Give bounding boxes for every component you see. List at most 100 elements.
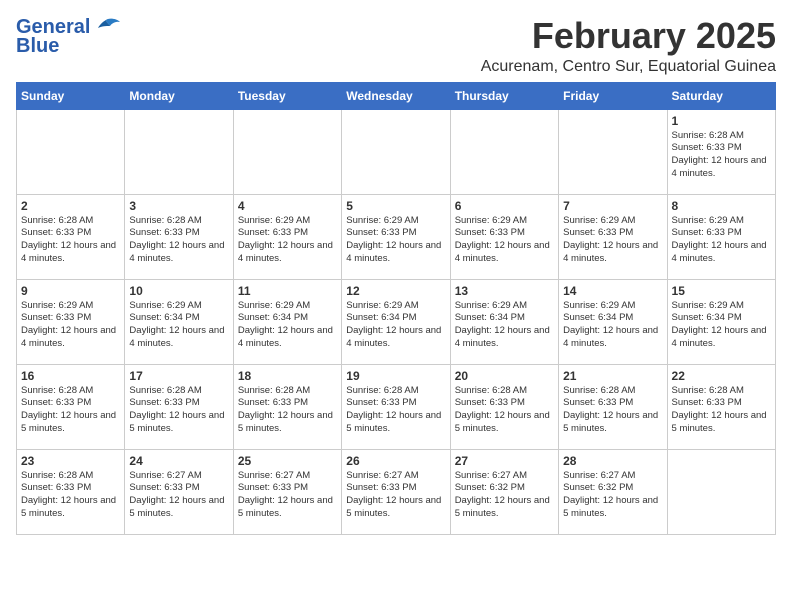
calendar-cell xyxy=(667,449,775,534)
header-monday: Monday xyxy=(125,82,233,109)
day-info: Sunrise: 6:28 AM Sunset: 6:33 PM Dayligh… xyxy=(129,385,228,436)
header-sunday: Sunday xyxy=(17,82,125,109)
day-info: Sunrise: 6:28 AM Sunset: 6:33 PM Dayligh… xyxy=(21,470,120,521)
day-number: 2 xyxy=(21,199,120,213)
day-number: 16 xyxy=(21,369,120,383)
calendar-cell xyxy=(17,109,125,194)
calendar-cell: 15 Sunrise: 6:29 AM Sunset: 6:34 PM Dayli… xyxy=(667,279,775,364)
day-info: Sunrise: 6:27 AM Sunset: 6:33 PM Dayligh… xyxy=(346,470,445,521)
day-info: Sunrise: 6:28 AM Sunset: 6:33 PM Dayligh… xyxy=(563,385,662,436)
day-info: Sunrise: 6:28 AM Sunset: 6:33 PM Dayligh… xyxy=(346,385,445,436)
header-wednesday: Wednesday xyxy=(342,82,450,109)
day-number: 6 xyxy=(455,199,554,213)
calendar-cell: 28Sunrise: 6:27 AM Sunset: 6:32 PM Dayli… xyxy=(559,449,667,534)
day-number: 27 xyxy=(455,454,554,468)
day-info: Sunrise: 6:28 AM Sunset: 6:33 PM Dayligh… xyxy=(129,215,228,266)
calendar-cell: 13 Sunrise: 6:29 AM Sunset: 6:34 PM Dayli… xyxy=(450,279,558,364)
day-info: Sunrise: 6:29 AM Sunset: 6:33 PM Dayligh… xyxy=(21,300,120,351)
calendar-cell xyxy=(559,109,667,194)
calendar-cell: 9 Sunrise: 6:29 AM Sunset: 6:33 PM Daylig… xyxy=(17,279,125,364)
day-number: 21 xyxy=(563,369,662,383)
calendar-cell: 6 Sunrise: 6:29 AM Sunset: 6:33 PM Daylig… xyxy=(450,194,558,279)
day-info: Sunrise: 6:29 AM Sunset: 6:34 PM Dayligh… xyxy=(563,300,662,351)
day-number: 18 xyxy=(238,369,337,383)
calendar-header-row: SundayMondayTuesdayWednesdayThursdayFrid… xyxy=(17,82,776,109)
calendar-cell: 19 Sunrise: 6:28 AM Sunset: 6:33 PM Dayli… xyxy=(342,364,450,449)
day-number: 5 xyxy=(346,199,445,213)
logo: General Blue xyxy=(16,16,120,58)
day-number: 13 xyxy=(455,284,554,298)
calendar-cell: 18 Sunrise: 6:28 AM Sunset: 6:33 PM Dayli… xyxy=(233,364,341,449)
calendar-week-row: 16 Sunrise: 6:28 AM Sunset: 6:33 PM Dayli… xyxy=(17,364,776,449)
day-number: 14 xyxy=(563,284,662,298)
day-info: Sunrise: 6:28 AM Sunset: 6:33 PM Dayligh… xyxy=(238,385,337,436)
day-info: Sunrise: 6:29 AM Sunset: 6:34 PM Dayligh… xyxy=(672,300,771,351)
calendar-cell: 17 Sunrise: 6:28 AM Sunset: 6:33 PM Dayli… xyxy=(125,364,233,449)
calendar-cell xyxy=(125,109,233,194)
header-saturday: Saturday xyxy=(667,82,775,109)
calendar-cell: 3 Sunrise: 6:28 AM Sunset: 6:33 PM Daylig… xyxy=(125,194,233,279)
day-info: Sunrise: 6:28 AM Sunset: 6:33 PM Dayligh… xyxy=(672,130,771,181)
day-info: Sunrise: 6:29 AM Sunset: 6:34 PM Dayligh… xyxy=(346,300,445,351)
day-info: Sunrise: 6:27 AM Sunset: 6:32 PM Dayligh… xyxy=(455,470,554,521)
calendar-week-row: 9 Sunrise: 6:29 AM Sunset: 6:33 PM Daylig… xyxy=(17,279,776,364)
calendar-cell: 11 Sunrise: 6:29 AM Sunset: 6:34 PM Dayli… xyxy=(233,279,341,364)
day-number: 20 xyxy=(455,369,554,383)
calendar-cell: 27 Sunrise: 6:27 AM Sunset: 6:32 PM Dayli… xyxy=(450,449,558,534)
day-number: 4 xyxy=(238,199,337,213)
day-info: Sunrise: 6:28 AM Sunset: 6:33 PM Dayligh… xyxy=(21,215,120,266)
day-number: 17 xyxy=(129,369,228,383)
day-info: Sunrise: 6:29 AM Sunset: 6:34 PM Dayligh… xyxy=(238,300,337,351)
day-number: 12 xyxy=(346,284,445,298)
calendar-cell: 5 Sunrise: 6:29 AM Sunset: 6:33 PM Daylig… xyxy=(342,194,450,279)
day-number: 3 xyxy=(129,199,228,213)
day-info: Sunrise: 6:27 AM Sunset: 6:33 PM Dayligh… xyxy=(129,470,228,521)
calendar-cell: 20 Sunrise: 6:28 AM Sunset: 6:33 PM Dayli… xyxy=(450,364,558,449)
day-info: Sunrise: 6:28 AM Sunset: 6:33 PM Dayligh… xyxy=(455,385,554,436)
day-info: Sunrise: 6:29 AM Sunset: 6:33 PM Dayligh… xyxy=(346,215,445,266)
day-number: 19 xyxy=(346,369,445,383)
day-info: Sunrise: 6:27 AM Sunset: 6:33 PM Dayligh… xyxy=(238,470,337,521)
day-info: Sunrise: 6:29 AM Sunset: 6:33 PM Dayligh… xyxy=(238,215,337,266)
calendar-cell: 16Sunrise: 6:28 AM Sunset: 6:33 PM Dayli… xyxy=(17,364,125,449)
calendar-cell: 22 Sunrise: 6:28 AM Sunset: 6:33 PM Dayli… xyxy=(667,364,775,449)
day-number: 23 xyxy=(21,454,120,468)
calendar-table: SundayMondayTuesdayWednesdayThursdayFrid… xyxy=(16,82,776,535)
day-number: 22 xyxy=(672,369,771,383)
logo-text-blue: Blue xyxy=(16,35,59,58)
calendar-week-row: 2 Sunrise: 6:28 AM Sunset: 6:33 PM Daylig… xyxy=(17,194,776,279)
title-area: February 2025 Acurenam, Centro Sur, Equa… xyxy=(481,16,776,76)
logo-bird-icon xyxy=(92,18,120,38)
page-header: General Blue February 2025 Acurenam, Cen… xyxy=(16,16,776,76)
header-thursday: Thursday xyxy=(450,82,558,109)
day-info: Sunrise: 6:29 AM Sunset: 6:33 PM Dayligh… xyxy=(455,215,554,266)
month-year-title: February 2025 xyxy=(481,16,776,56)
calendar-cell: 23 Sunrise: 6:28 AM Sunset: 6:33 PM Dayli… xyxy=(17,449,125,534)
calendar-cell: 7 Sunrise: 6:29 AM Sunset: 6:33 PM Daylig… xyxy=(559,194,667,279)
calendar-cell: 4 Sunrise: 6:29 AM Sunset: 6:33 PM Daylig… xyxy=(233,194,341,279)
day-info: Sunrise: 6:29 AM Sunset: 6:34 PM Dayligh… xyxy=(455,300,554,351)
day-number: 7 xyxy=(563,199,662,213)
calendar-week-row: 23 Sunrise: 6:28 AM Sunset: 6:33 PM Dayli… xyxy=(17,449,776,534)
calendar-cell xyxy=(450,109,558,194)
calendar-cell xyxy=(342,109,450,194)
day-number: 8 xyxy=(672,199,771,213)
calendar-cell: 8Sunrise: 6:29 AM Sunset: 6:33 PM Daylig… xyxy=(667,194,775,279)
day-number: 9 xyxy=(21,284,120,298)
header-friday: Friday xyxy=(559,82,667,109)
day-number: 25 xyxy=(238,454,337,468)
day-info: Sunrise: 6:29 AM Sunset: 6:33 PM Dayligh… xyxy=(563,215,662,266)
calendar-cell xyxy=(233,109,341,194)
day-number: 24 xyxy=(129,454,228,468)
day-info: Sunrise: 6:28 AM Sunset: 6:33 PM Dayligh… xyxy=(672,385,771,436)
day-number: 11 xyxy=(238,284,337,298)
calendar-week-row: 1Sunrise: 6:28 AM Sunset: 6:33 PM Daylig… xyxy=(17,109,776,194)
calendar-cell: 14 Sunrise: 6:29 AM Sunset: 6:34 PM Dayli… xyxy=(559,279,667,364)
day-number: 10 xyxy=(129,284,228,298)
calendar-cell: 21 Sunrise: 6:28 AM Sunset: 6:33 PM Dayli… xyxy=(559,364,667,449)
calendar-cell: 25 Sunrise: 6:27 AM Sunset: 6:33 PM Dayli… xyxy=(233,449,341,534)
header-tuesday: Tuesday xyxy=(233,82,341,109)
day-info: Sunrise: 6:27 AM Sunset: 6:32 PM Dayligh… xyxy=(563,470,662,521)
day-number: 15 xyxy=(672,284,771,298)
calendar-cell: 24 Sunrise: 6:27 AM Sunset: 6:33 PM Dayli… xyxy=(125,449,233,534)
